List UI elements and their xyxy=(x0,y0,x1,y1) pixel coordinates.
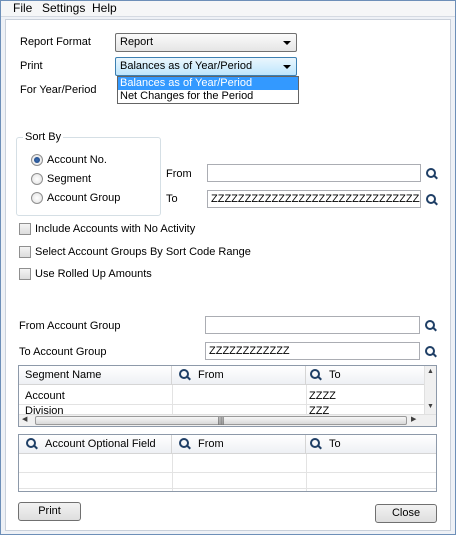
report-window: File Settings Help Report Format Report … xyxy=(0,0,456,535)
segment-from-header: From xyxy=(198,369,224,381)
print-select-value: Balances as of Year/Period xyxy=(120,60,253,72)
optional-grid-header: Account Optional Field From To xyxy=(19,435,436,454)
sort-by-group: Sort By Account No. Segment Account Grou… xyxy=(16,130,161,216)
chevron-down-icon xyxy=(283,65,291,69)
radio-account-no-label: Account No. xyxy=(47,154,107,166)
search-icon[interactable] xyxy=(179,438,191,450)
form-panel: Report Format Report Print Balances as o… xyxy=(5,19,451,531)
search-icon[interactable] xyxy=(426,168,438,180)
segment-horizontal-scrollbar[interactable]: ◀ ||| ▶ xyxy=(19,414,436,426)
segment-grid-header: Segment Name From To xyxy=(19,366,424,385)
sort-code-range-label: Select Account Groups By Sort Code Range xyxy=(35,246,251,258)
close-button[interactable]: Close xyxy=(375,504,437,523)
search-icon[interactable] xyxy=(426,194,438,206)
col-optional-from[interactable]: From xyxy=(172,435,306,454)
include-no-activity-checkbox[interactable] xyxy=(19,223,31,235)
segment-vertical-scrollbar[interactable]: ▲ ▼ xyxy=(424,366,436,414)
search-icon[interactable] xyxy=(26,438,38,450)
col-from[interactable]: From xyxy=(172,366,306,385)
report-format-label: Report Format xyxy=(20,36,91,48)
from-account-group-label: From Account Group xyxy=(19,320,121,332)
print-button[interactable]: Print xyxy=(18,502,81,521)
grid-divider xyxy=(306,454,307,491)
search-icon[interactable] xyxy=(310,438,322,450)
menu-help[interactable]: Help xyxy=(92,1,117,15)
scroll-up-icon[interactable]: ▲ xyxy=(427,368,434,376)
print-label: Print xyxy=(20,60,43,72)
optional-to-header: To xyxy=(329,438,341,450)
optional-field-header: Account Optional Field xyxy=(45,438,156,450)
table-row[interactable]: Account xyxy=(25,389,65,403)
radio-account-no[interactable] xyxy=(31,154,43,166)
col-segment-name[interactable]: Segment Name xyxy=(19,366,172,385)
row-divider xyxy=(19,404,424,405)
search-icon[interactable] xyxy=(425,346,437,358)
report-format-select[interactable]: Report xyxy=(115,33,297,52)
print-select[interactable]: Balances as of Year/Period xyxy=(115,57,297,76)
report-format-value: Report xyxy=(120,36,154,48)
segment-to-header: To xyxy=(329,369,341,381)
sort-from-label: From xyxy=(166,168,192,180)
radio-segment[interactable] xyxy=(31,173,43,185)
sort-code-range-checkbox[interactable] xyxy=(19,246,31,258)
sort-to-label: To xyxy=(166,193,178,205)
col-to[interactable]: To xyxy=(306,366,424,385)
menu-settings[interactable]: Settings xyxy=(42,1,85,15)
search-icon[interactable] xyxy=(310,369,322,381)
radio-segment-label: Segment xyxy=(47,173,92,185)
chevron-down-icon xyxy=(283,41,291,45)
scroll-right-icon[interactable]: ▶ xyxy=(411,416,416,424)
radio-account-group-label: Account Group xyxy=(47,192,121,204)
rolled-up-label: Use Rolled Up Amounts xyxy=(35,268,152,280)
segment-name-header: Segment Name xyxy=(25,369,102,381)
grid-divider xyxy=(306,385,307,417)
print-dropdown-list: Balances as of Year/Period Net Changes f… xyxy=(117,76,299,104)
row-divider xyxy=(19,488,436,489)
sort-from-input[interactable] xyxy=(207,164,421,182)
year-period-label: For Year/Period xyxy=(20,84,97,96)
search-icon[interactable] xyxy=(425,320,437,332)
menu-file[interactable]: File xyxy=(13,1,32,15)
grid-divider xyxy=(172,385,173,417)
radio-account-group[interactable] xyxy=(31,192,43,204)
search-icon[interactable] xyxy=(179,369,191,381)
print-option-balances[interactable]: Balances as of Year/Period xyxy=(118,77,298,90)
scroll-left-icon[interactable]: ◀ xyxy=(22,416,27,424)
segment-grid: Segment Name From To Account ZZZZ Divisi… xyxy=(18,365,437,427)
optional-from-header: From xyxy=(198,438,224,450)
sort-by-title: Sort By xyxy=(23,130,64,144)
row-divider xyxy=(19,472,436,473)
to-account-group-label: To Account Group xyxy=(19,346,107,358)
print-option-net-changes[interactable]: Net Changes for the Period xyxy=(118,90,298,103)
col-optional-field[interactable]: Account Optional Field xyxy=(19,435,172,454)
table-cell-to[interactable]: ZZZZ xyxy=(309,389,336,403)
from-account-group-input[interactable] xyxy=(205,316,420,334)
optional-field-grid: Account Optional Field From To xyxy=(18,434,437,492)
menu-bar: File Settings Help xyxy=(1,1,455,17)
include-no-activity-label: Include Accounts with No Activity xyxy=(35,223,196,235)
sort-to-input[interactable]: ZZZZZZZZZZZZZZZZZZZZZZZZZZZZZZZZZZZZZZZZ… xyxy=(207,190,421,208)
rolled-up-checkbox[interactable] xyxy=(19,268,31,280)
to-account-group-input[interactable]: ZZZZZZZZZZZZ xyxy=(205,342,420,360)
col-optional-to[interactable]: To xyxy=(306,435,436,454)
scroll-thumb[interactable]: ||| xyxy=(35,416,407,425)
scroll-down-icon[interactable]: ▼ xyxy=(427,403,434,411)
grid-divider xyxy=(172,454,173,491)
